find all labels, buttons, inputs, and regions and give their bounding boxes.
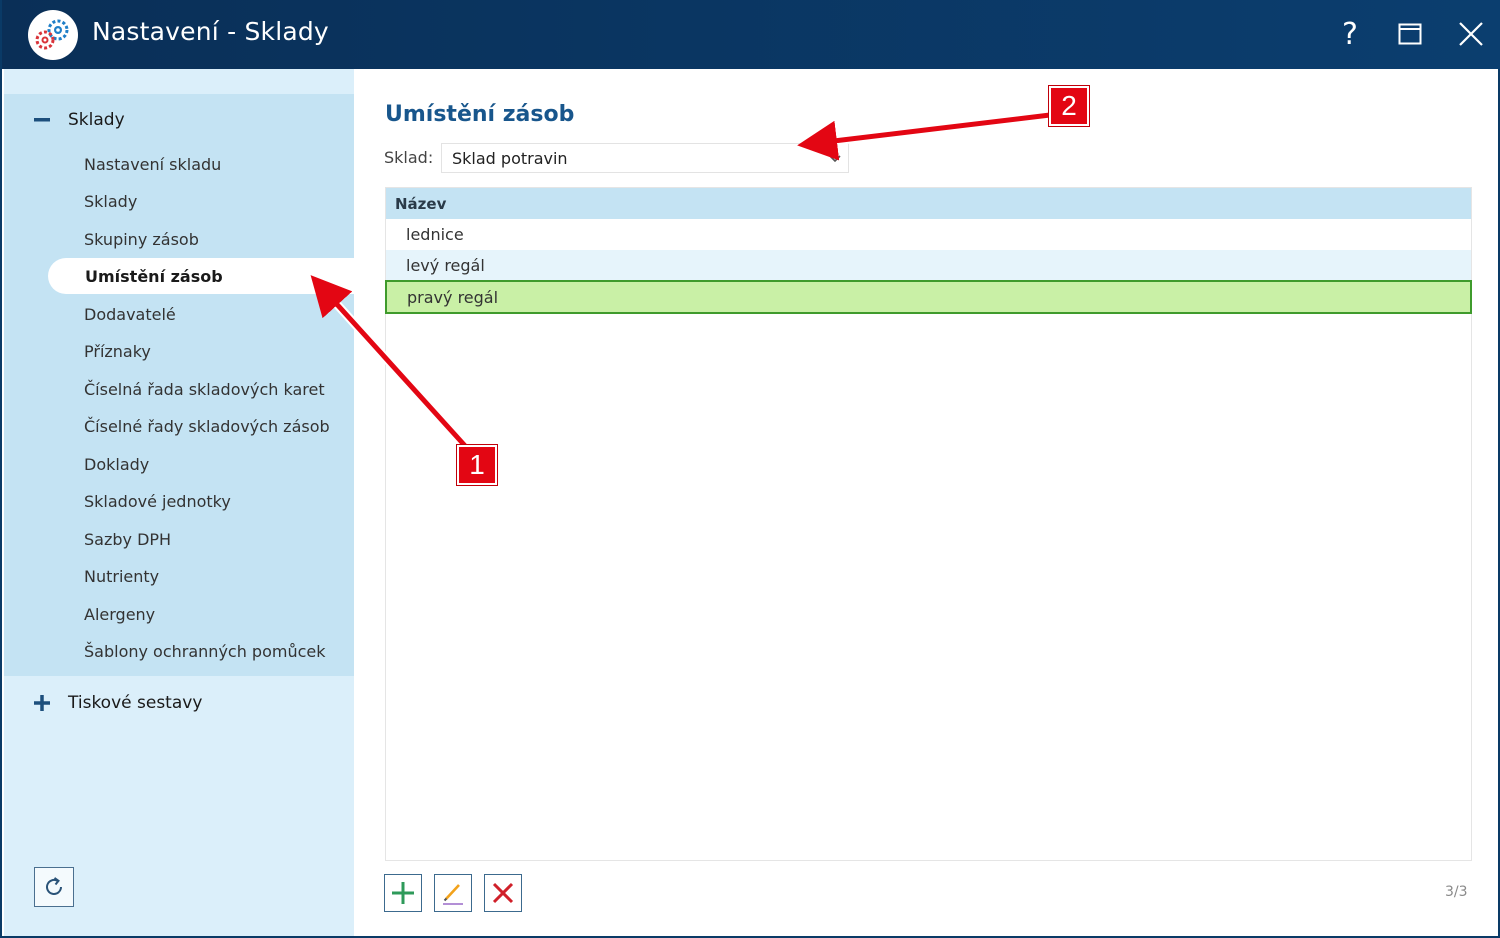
sidebar-item-sklady[interactable]: Sklady <box>84 183 344 219</box>
sidebar-item-sablony-pomucek[interactable]: Šablony ochranných pomůcek <box>84 633 344 669</box>
sidebar: Sklady Nastavení skladu Sklady Skupiny z… <box>4 69 354 936</box>
table-row-selected[interactable]: pravý regál <box>385 280 1472 314</box>
sidebar-item-dodavatele[interactable]: Dodavatelé <box>84 296 344 332</box>
window-title: Nastavení - Sklady <box>92 17 329 46</box>
record-count: 3/3 <box>1445 884 1468 900</box>
group-header-tiskove-sestavy[interactable]: Tiskové sestavy <box>4 682 354 724</box>
sidebar-item-umisteni-zasob[interactable]: Umístění zásob <box>48 258 354 294</box>
add-button[interactable] <box>384 874 422 912</box>
gears-logo-icon <box>28 10 78 60</box>
sklad-dropdown[interactable]: Sklad potravin <box>441 143 849 173</box>
group-label: Sklady <box>68 110 125 130</box>
sidebar-item-skladove-jednotky[interactable]: Skladové jednotky <box>84 483 344 519</box>
sidebar-item-priznaky[interactable]: Příznaky <box>84 333 344 369</box>
settings-window: Nastavení - Sklady ? Sklady Nastavení sk <box>0 0 1500 938</box>
column-header-nazev[interactable]: Název <box>386 188 1471 219</box>
sklad-dropdown-value: Sklad potravin <box>452 148 568 168</box>
collapse-minus-icon[interactable] <box>30 108 54 132</box>
sklad-label: Sklad: <box>384 148 434 167</box>
table-row[interactable]: lednice <box>386 219 1471 250</box>
annotation-badge-1: 1 <box>457 445 497 485</box>
edit-button[interactable] <box>434 874 472 912</box>
expand-plus-icon[interactable] <box>30 691 54 715</box>
plus-icon <box>392 882 414 904</box>
maximize-button[interactable] <box>1388 12 1432 56</box>
table-row[interactable]: levý regál <box>386 250 1471 281</box>
sidebar-item-alergeny[interactable]: Alergeny <box>84 596 344 632</box>
sidebar-group-sklady: Sklady Nastavení skladu Sklady Skupiny z… <box>4 94 354 676</box>
sidebar-item-nutrienty[interactable]: Nutrienty <box>84 558 344 594</box>
group-label: Tiskové sestavy <box>68 693 203 713</box>
sidebar-item-nastaveni-skladu[interactable]: Nastavení skladu <box>84 146 344 182</box>
annotation-arrow-2 <box>797 112 1053 161</box>
sidebar-item-doklady[interactable]: Doklady <box>84 446 344 482</box>
refresh-button[interactable] <box>34 867 74 907</box>
sidebar-item-ciselne-rady-zasob[interactable]: Číselné řady skladových zásob <box>84 408 344 444</box>
page-title: Umístění zásob <box>385 102 575 127</box>
maximize-icon <box>1398 23 1422 45</box>
group-header-sklady[interactable]: Sklady <box>4 99 354 141</box>
refresh-icon <box>46 877 62 895</box>
sidebar-item-skupiny-zasob[interactable]: Skupiny zásob <box>84 221 344 257</box>
annotation-badge-2: 2 <box>1049 86 1089 126</box>
sidebar-item-sazby-dph[interactable]: Sazby DPH <box>84 521 344 557</box>
title-bar: Nastavení - Sklady ? <box>2 0 1500 69</box>
close-button[interactable] <box>1449 12 1493 56</box>
locations-grid: Název lednice levý regál pravý regál <box>385 187 1472 861</box>
chevron-down-icon <box>829 155 841 163</box>
help-button[interactable]: ? <box>1328 12 1372 56</box>
close-icon <box>1459 22 1483 46</box>
pencil-icon <box>443 884 463 905</box>
delete-button[interactable] <box>484 874 522 912</box>
sidebar-item-ciselna-rada-karet[interactable]: Číselná řada skladových karet <box>84 371 344 407</box>
delete-x-icon <box>492 882 514 904</box>
